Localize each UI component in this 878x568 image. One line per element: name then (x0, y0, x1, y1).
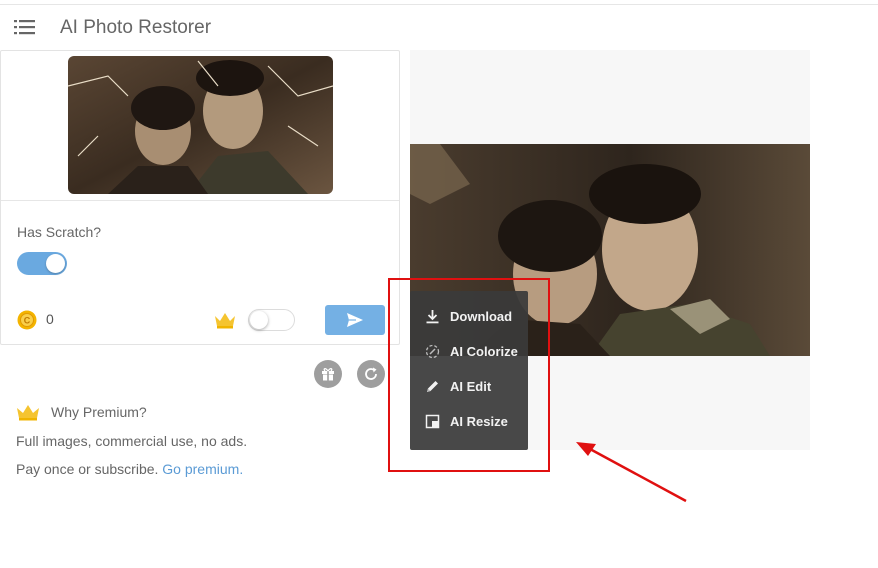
svg-text:C: C (24, 316, 31, 326)
premium-pricing-text: Pay once or subscribe. Go premium. (16, 461, 244, 477)
context-menu-label: AI Resize (450, 414, 508, 429)
has-scratch-label: Has Scratch? (17, 224, 102, 240)
context-menu-label: AI Colorize (450, 344, 518, 359)
refresh-icon (365, 367, 377, 380)
context-menu-download[interactable]: Download (410, 299, 528, 334)
hamburger-menu-icon[interactable] (14, 19, 36, 35)
refresh-button[interactable] (357, 360, 385, 388)
context-menu-ai-resize[interactable]: AI Resize (410, 404, 528, 439)
send-icon (347, 313, 363, 327)
gift-icon (322, 368, 334, 381)
context-menu-label: AI Edit (450, 379, 492, 394)
send-button[interactable] (325, 305, 385, 335)
has-scratch-toggle[interactable] (17, 252, 67, 275)
context-menu-ai-edit[interactable]: AI Edit (410, 369, 528, 404)
options-panel: Has Scratch? C 0 (0, 50, 400, 345)
pencil-icon (427, 381, 438, 392)
app-title: AI Photo Restorer (60, 17, 212, 38)
coin-icon: C (17, 310, 37, 330)
crown-icon (17, 405, 39, 421)
gift-button[interactable] (314, 360, 342, 388)
crown-icon (215, 313, 235, 329)
premium-toggle[interactable] (248, 309, 295, 331)
context-menu: Download AI Colorize AI Edit AI Resize (410, 291, 528, 450)
download-icon (426, 310, 439, 324)
coin-count: 0 (46, 311, 54, 327)
premium-benefits-text: Full images, commercial use, no ads. (16, 433, 248, 449)
context-menu-ai-colorize[interactable]: AI Colorize (410, 334, 528, 369)
panel-divider (1, 200, 399, 201)
context-menu-label: Download (450, 309, 513, 324)
colorize-icon (425, 344, 440, 359)
why-premium-title: Why Premium? (51, 404, 147, 420)
uploaded-photo-thumbnail[interactable] (68, 56, 333, 194)
go-premium-link[interactable]: Go premium. (162, 461, 243, 477)
app-header: AI Photo Restorer (0, 5, 878, 49)
resize-icon (425, 414, 440, 429)
